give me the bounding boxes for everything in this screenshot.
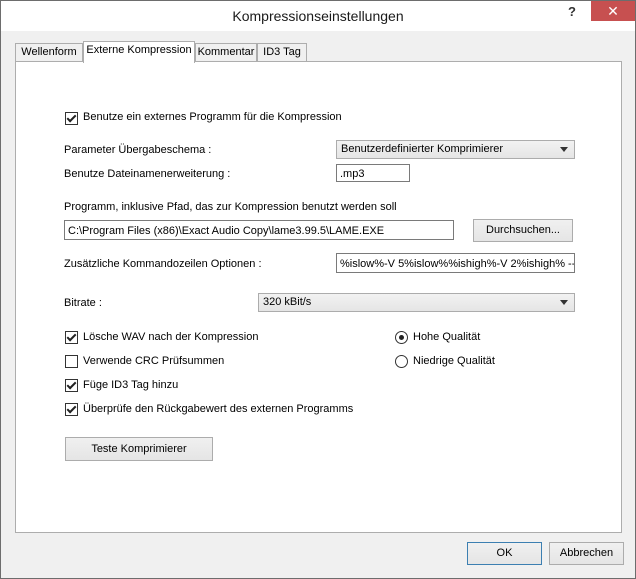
quality-high-label: Hohe Qualität (413, 331, 481, 343)
program-label: Programm, inklusive Pfad, das zur Kompre… (64, 201, 397, 213)
extension-input[interactable]: .mp3 (336, 164, 410, 182)
delete-wav-label: Lösche WAV nach der Kompression (83, 331, 259, 343)
options-label: Zusätzliche Kommandozeilen Optionen : (64, 258, 262, 270)
use-external-label: Benutze ein externes Programm für die Ko… (83, 111, 342, 123)
id3-checkbox[interactable] (65, 379, 78, 392)
quality-high-radio[interactable] (395, 331, 408, 344)
window-title: Kompressionseinstellungen (232, 8, 404, 24)
extension-label: Benutze Dateinamenerweiterung : (64, 168, 231, 180)
options-input[interactable]: %islow%-V 5%islow%%ishigh%-V 2%ishigh% -… (336, 253, 575, 273)
bitrate-label: Bitrate : (64, 297, 102, 309)
title-bar: Kompressionseinstellungen ? ✕ (1, 1, 635, 31)
tab-id3-tag[interactable]: ID3 Tag (257, 43, 307, 62)
bitrate-value: 320 kBit/s (263, 296, 312, 308)
ok-button[interactable]: OK (467, 542, 542, 565)
crc-label: Verwende CRC Prüfsummen (83, 355, 225, 367)
help-button[interactable]: ? (553, 1, 591, 23)
chevron-down-icon (560, 300, 568, 305)
id3-label: Füge ID3 Tag hinzu (83, 379, 179, 391)
tab-wellenform[interactable]: Wellenform (15, 43, 83, 62)
cancel-button[interactable]: Abbrechen (549, 542, 624, 565)
test-compressor-button[interactable]: Teste Komprimierer (65, 437, 213, 461)
check-return-label: Überprüfe den Rückgabewert des externen … (83, 403, 354, 415)
dialog-window: Kompressionseinstellungen ? ✕ Wellenform… (0, 0, 636, 579)
chevron-down-icon (560, 147, 568, 152)
scheme-select[interactable]: Benutzerdefinierter Komprimierer (336, 140, 575, 159)
tab-kommentar[interactable]: Kommentar (195, 43, 257, 62)
tab-externe-kompression[interactable]: Externe Kompression (83, 41, 195, 63)
scheme-label: Parameter Übergabeschema : (64, 144, 212, 156)
quality-low-label: Niedrige Qualität (413, 355, 495, 367)
tab-panel: Benutze ein externes Programm für die Ko… (15, 61, 622, 533)
close-button[interactable]: ✕ (591, 1, 635, 21)
crc-checkbox[interactable] (65, 355, 78, 368)
scheme-value: Benutzerdefinierter Komprimierer (341, 143, 504, 155)
bitrate-select[interactable]: 320 kBit/s (258, 293, 575, 312)
browse-button[interactable]: Durchsuchen... (473, 219, 573, 242)
check-return-checkbox[interactable] (65, 403, 78, 416)
program-path-input[interactable]: C:\Program Files (x86)\Exact Audio Copy\… (64, 220, 454, 240)
delete-wav-checkbox[interactable] (65, 331, 78, 344)
use-external-checkbox[interactable] (65, 112, 78, 125)
quality-low-radio[interactable] (395, 355, 408, 368)
